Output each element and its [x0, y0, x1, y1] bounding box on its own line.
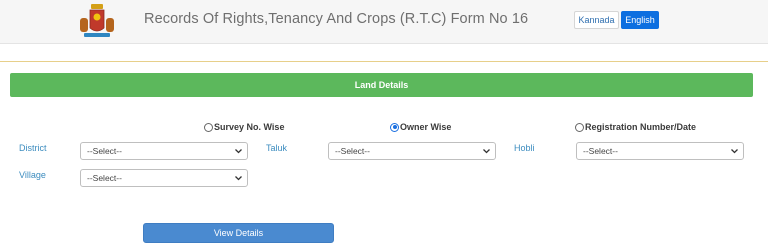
radio-label: Registration Number/Date [585, 122, 697, 132]
district-select-value: --Select-- [87, 146, 122, 156]
village-select-value: --Select-- [87, 173, 122, 183]
hobli-select[interactable]: --Select-- [576, 142, 744, 160]
chevron-down-icon [235, 176, 242, 181]
radio-circle-icon [204, 122, 213, 132]
district-label: District [19, 143, 47, 153]
state-emblem-icon [80, 4, 114, 37]
land-details-heading: Land Details [10, 73, 753, 97]
language-kannada-button[interactable]: Kannada [574, 11, 619, 29]
language-english-button[interactable]: English [621, 11, 659, 29]
village-select[interactable]: --Select-- [80, 169, 248, 187]
hobli-label: Hobli [514, 143, 535, 153]
radio-circle-icon [575, 122, 584, 132]
radio-survey-no-wise[interactable]: Survey No. Wise [204, 121, 284, 133]
hobli-select-value: --Select-- [583, 146, 618, 156]
taluk-select[interactable]: --Select-- [328, 142, 496, 160]
district-select[interactable]: --Select-- [80, 142, 248, 160]
radio-registration-number-date[interactable]: Registration Number/Date [575, 121, 696, 133]
site-header: Records Of Rights,Tenancy And Crops (R.T… [0, 0, 768, 44]
radio-owner-wise[interactable]: Owner Wise [390, 121, 451, 133]
taluk-select-value: --Select-- [335, 146, 370, 156]
chevron-down-icon [731, 149, 738, 154]
chevron-down-icon [483, 149, 490, 154]
view-details-button[interactable]: View Details [143, 223, 334, 243]
radio-label: Owner Wise [400, 122, 452, 132]
radio-selected-icon [390, 122, 399, 132]
village-label: Village [19, 170, 46, 180]
taluk-label: Taluk [266, 143, 288, 153]
radio-label: Survey No. Wise [214, 122, 285, 132]
header-divider [0, 61, 768, 62]
rtc-page: Records Of Rights,Tenancy And Crops (R.T… [0, 0, 768, 250]
page-title: Records Of Rights,Tenancy And Crops (R.T… [144, 11, 529, 27]
chevron-down-icon [235, 149, 242, 154]
